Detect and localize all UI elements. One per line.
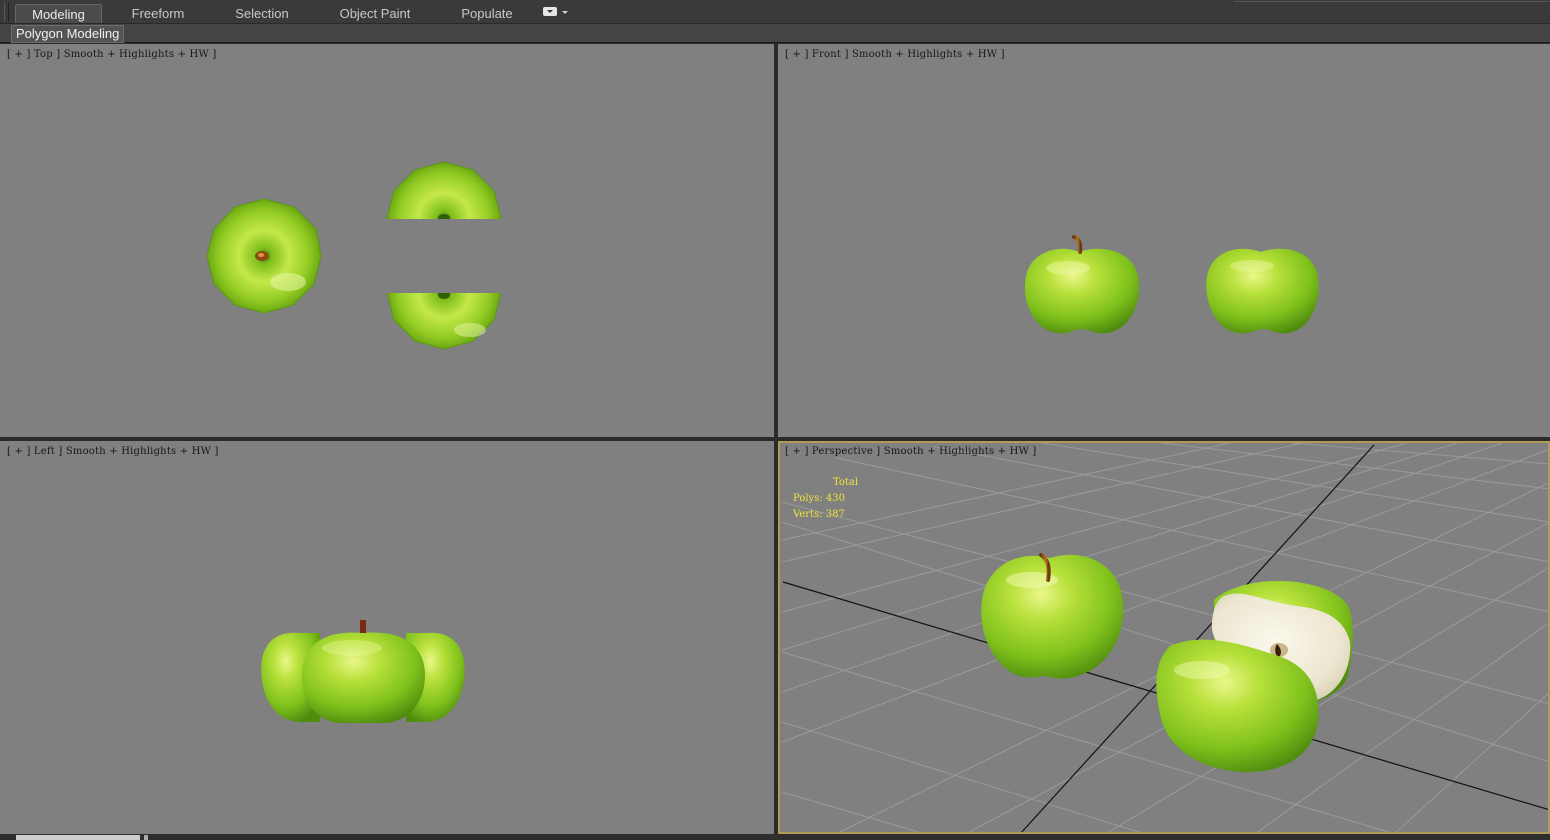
apple-halves-front	[1206, 248, 1319, 334]
polygon-stats-overlay: Total Polys: 430 Verts: 387	[793, 475, 858, 523]
time-slider-strip	[0, 834, 1550, 840]
apple-whole-perspective	[981, 553, 1124, 679]
viewport-front[interactable]: [ + ] Front ] Smooth + Highlights + HW ]	[778, 44, 1550, 437]
apple-whole-top	[206, 198, 322, 314]
stats-verts: Verts: 387	[793, 509, 845, 520]
viewport-perspective[interactable]: [ + ] Perspective ] Smooth + Highlights …	[778, 441, 1550, 834]
apple-group-left	[261, 620, 465, 723]
tab-selection[interactable]: Selection	[222, 4, 302, 23]
ribbon-panel: Polygon Modeling	[0, 24, 1550, 43]
ribbon-tab-bar: Modeling Freeform Selection Object Paint…	[0, 0, 1550, 24]
world-axes	[782, 444, 1548, 832]
tab-object-paint[interactable]: Object Paint	[330, 4, 420, 23]
stats-polys: Polys: 430	[793, 493, 845, 504]
tab-freeform[interactable]: Freeform	[116, 4, 200, 23]
viewport-top[interactable]: [ + ] Top ] Smooth + Highlights + HW ]	[0, 44, 774, 437]
front-view-scene	[1024, 235, 1319, 334]
ribbon-divider	[1234, 1, 1550, 2]
apple-cut-half-perspective	[1156, 580, 1353, 773]
viewport-front-label[interactable]: [ + ] Front ] Smooth + Highlights + HW ]	[785, 49, 1005, 60]
perspective-view-scene	[781, 443, 1548, 832]
stats-total-title: Total	[833, 477, 859, 488]
tab-populate[interactable]: Populate	[450, 4, 524, 23]
viewport-left[interactable]: [ + ] Left ] Smooth + Highlights + HW ]	[0, 441, 774, 834]
time-slider-next-button[interactable]	[144, 835, 148, 840]
ribbon-options-icon[interactable]	[543, 6, 569, 18]
top-view-scene	[206, 161, 502, 350]
ribbon-grip[interactable]	[4, 3, 9, 21]
viewport-top-label[interactable]: [ + ] Top ] Smooth + Highlights + HW ]	[7, 49, 216, 60]
left-view-scene	[261, 620, 465, 723]
apple-whole-front	[1024, 235, 1140, 334]
apple-halves-top	[386, 161, 502, 350]
tab-modeling[interactable]: Modeling	[15, 4, 102, 23]
viewport-perspective-label[interactable]: [ + ] Perspective ] Smooth + Highlights …	[785, 446, 1037, 457]
time-slider[interactable]	[16, 835, 140, 840]
viewport-left-label[interactable]: [ + ] Left ] Smooth + Highlights + HW ]	[7, 446, 219, 457]
polygon-modeling-panel-button[interactable]: Polygon Modeling	[11, 25, 125, 43]
